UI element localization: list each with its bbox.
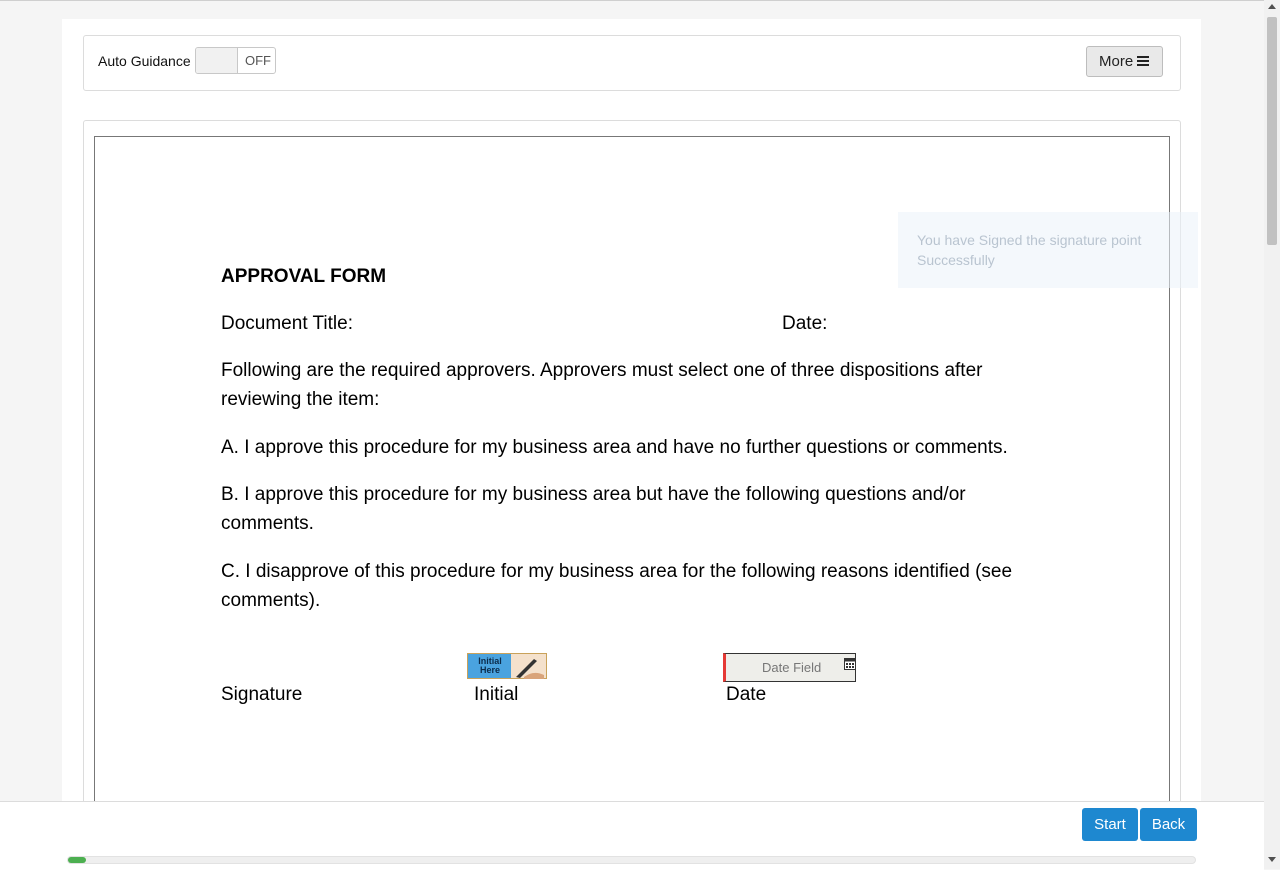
top-rule: [0, 0, 1264, 1]
date-field-placeholder: Date Field: [762, 660, 822, 675]
date-label: Date:: [782, 313, 828, 334]
toolbar: Auto Guidance OFF More: [83, 35, 1181, 91]
back-button[interactable]: Back: [1140, 808, 1197, 841]
progress-fill: [68, 857, 86, 863]
toast-message: You have Signed the signature point Succ…: [917, 232, 1142, 268]
option-c: C. I disapprove of this procedure for my…: [221, 561, 1013, 611]
scroll-thumb[interactable]: [1267, 17, 1277, 245]
scroll-up-arrow-icon[interactable]: [1268, 4, 1276, 9]
date-field[interactable]: Date Field: [723, 653, 856, 682]
option-a: A. I approve this procedure for my busin…: [221, 437, 1008, 458]
initial-here-text: Initial Here: [478, 656, 502, 675]
auto-guidance-toggle[interactable]: OFF: [195, 47, 276, 74]
vertical-scrollbar[interactable]: [1264, 0, 1280, 869]
bars-icon: [1137, 56, 1150, 66]
success-toast: You have Signed the signature point Succ…: [898, 212, 1198, 288]
option-b: B. I approve this procedure for my busin…: [221, 484, 966, 534]
scroll-down-arrow-icon[interactable]: [1268, 857, 1276, 862]
start-button[interactable]: Start: [1082, 808, 1138, 841]
initial-here-field[interactable]: Initial Here: [467, 653, 547, 679]
form-heading: APPROVAL FORM: [221, 266, 387, 287]
toggle-state-text: OFF: [245, 53, 271, 68]
document-title-label: Document Title:: [221, 313, 353, 334]
date-column-label: Date: [726, 684, 767, 705]
footer-bar: Start Back: [0, 801, 1264, 870]
toggle-knob[interactable]: [196, 48, 238, 73]
more-button-label: More: [1099, 53, 1134, 70]
more-button[interactable]: More: [1086, 46, 1163, 77]
intro-paragraph: Following are the required approvers. Ap…: [221, 360, 983, 410]
calendar-icon[interactable]: [844, 657, 856, 670]
auto-guidance-label: Auto Guidance: [98, 53, 191, 69]
pen-icon: [516, 659, 544, 679]
signature-label: Signature: [221, 684, 303, 705]
initial-label: Initial: [474, 684, 519, 705]
progress-bar: [67, 856, 1196, 864]
